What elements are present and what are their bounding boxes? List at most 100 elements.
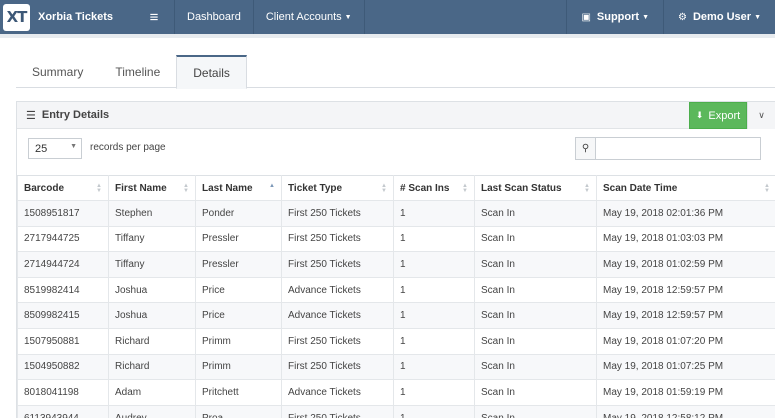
table-row[interactable]: 2717944725 Tiffany Pressler First 250 Ticke… <box>17 225 775 253</box>
sort-icon: ▲ ▼ <box>381 183 387 194</box>
menu-toggle-button[interactable]: ≡ <box>134 0 174 34</box>
export-options-toggle[interactable]: ∨ <box>747 102 775 129</box>
search-input[interactable] <box>595 137 761 160</box>
table-cell: First 250 Tickets <box>281 251 394 278</box>
table-cell: Tiffany <box>108 251 196 278</box>
column-header-label: Last Scan Status <box>481 182 562 194</box>
column-header-label: Barcode <box>24 182 65 194</box>
tab-details[interactable]: Details <box>176 55 247 89</box>
sort-icon: ▲ ▼ <box>764 183 770 194</box>
column-header-label: # Scan Ins <box>400 182 450 194</box>
table-cell: Ponder <box>195 200 282 227</box>
table-cell: Scan In <box>474 379 597 406</box>
table-row[interactable]: 1507950881 Richard Primm First 250 Tickets 1… <box>17 327 775 355</box>
table-cell: 1508951817 <box>17 200 109 227</box>
nav-client-accounts-dropdown[interactable]: Client Accounts ▼ <box>252 0 364 34</box>
column-header[interactable]: Barcode ▲ ▼ <box>17 175 109 201</box>
tab-timeline[interactable]: Timeline <box>99 55 176 88</box>
table-cell: First 250 Tickets <box>281 225 394 253</box>
table-cell: 8519982414 <box>17 276 109 304</box>
search-button[interactable]: ⚲ <box>575 137 596 160</box>
table-cell: Scan In <box>474 251 597 278</box>
table-cell: May 19, 2018 12:59:57 PM <box>596 276 775 304</box>
table-cell: 1 <box>393 302 475 329</box>
table-row[interactable]: 8519982414 Joshua Price Advance Tickets 1 Sca… <box>17 276 775 304</box>
nav-support-dropdown[interactable]: ▣ Support ▼ <box>566 0 663 34</box>
tab-summary[interactable]: Summary <box>16 55 99 88</box>
table-cell: 1507950881 <box>17 327 109 355</box>
brand[interactable]: XT Xorbia Tickets <box>0 0 134 34</box>
table-row[interactable]: 2714944724 Tiffany Pressler First 250 Ticke… <box>17 251 775 278</box>
table-cell: 1 <box>393 353 475 381</box>
table-cell: Proa <box>195 404 282 418</box>
sort-icon: ▲ ▼ <box>462 183 468 194</box>
list-icon: ☰ <box>26 109 36 122</box>
table-row[interactable]: 1508951817 Stephen Ponder First 250 Tickets… <box>17 200 775 227</box>
column-header[interactable]: Scan Date Time ▲ ▼ <box>596 175 775 201</box>
entry-table: Barcode ▲ ▼ First Name ▲ ▼ Last Name ▲ Ticket Ty… <box>17 175 775 418</box>
column-header-label: Last Name <box>202 182 253 194</box>
table-cell: Adam <box>108 379 196 406</box>
table-cell: Richard <box>108 327 196 355</box>
nav-user-label: Demo User <box>692 11 752 23</box>
table-cell: Price <box>195 302 282 329</box>
hamburger-icon: ≡ <box>149 8 159 26</box>
navbar-spacer <box>363 0 567 34</box>
table-row[interactable]: 8509982415 Joshua Price Advance Tickets 1 Sca… <box>17 302 775 329</box>
page-length-label: records per page <box>90 142 166 153</box>
table-header-row: Barcode ▲ ▼ First Name ▲ ▼ Last Name ▲ Ticket Ty… <box>17 175 775 201</box>
table-cell: Stephen <box>108 200 196 227</box>
panel-title: Entry Details <box>41 109 110 121</box>
column-header[interactable]: Last Scan Status ▲ ▼ <box>474 175 597 201</box>
table-cell: Richard <box>108 353 196 381</box>
top-navbar: XT Xorbia Tickets ≡ Dashboard Client Acc… <box>0 0 775 34</box>
table-cell: Price <box>195 276 282 304</box>
table-cell: Scan In <box>474 302 597 329</box>
table-cell: Joshua <box>108 276 196 304</box>
sort-icon: ▲ ▼ <box>584 183 590 194</box>
column-header[interactable]: First Name ▲ ▼ <box>108 175 196 201</box>
table-cell: 1 <box>393 379 475 406</box>
table-cell: 8509982415 <box>17 302 109 329</box>
xt-logo: XT <box>3 3 30 31</box>
table-cell: Scan In <box>474 225 597 253</box>
caret-down-icon: ▼ <box>344 13 352 21</box>
table-row[interactable]: 1504950882 Richard Primm First 250 Tickets 1… <box>17 353 775 381</box>
table-cell: First 250 Tickets <box>281 353 394 381</box>
sort-icon: ▲ ▼ <box>183 183 189 194</box>
column-header[interactable]: Last Name ▲ <box>195 175 282 201</box>
column-header-label: Ticket Type <box>288 182 343 194</box>
nav-user-dropdown[interactable]: ⚙ Demo User ▼ <box>663 0 775 34</box>
table-row[interactable]: 8018041198 Adam Pritchett Advance Tickets 1 S… <box>17 379 775 406</box>
table-cell: 1 <box>393 276 475 304</box>
caret-down-icon: ▼ <box>642 13 650 21</box>
table-row[interactable]: 6113943944AudreyProaFirst 250 Tickets1Sc… <box>17 404 775 418</box>
table-cell: May 19, 2018 01:07:25 PM <box>596 353 775 381</box>
export-button[interactable]: ⬇ Export <box>689 102 747 129</box>
column-header-label: First Name <box>115 182 167 194</box>
table-cell: 1 <box>393 404 475 418</box>
sort-icon: ▲ ▼ <box>96 183 102 194</box>
table-cell: Advance Tickets <box>281 276 394 304</box>
page-length-select[interactable]: 25 ▼ <box>28 138 82 159</box>
table-cell: May 19, 2018 01:03:03 PM <box>596 225 775 253</box>
panel-header: ☰ Entry Details ⬇ Export ∨ <box>17 102 775 129</box>
chevron-down-icon: ∨ <box>758 110 765 120</box>
briefcase-icon: ▣ <box>581 11 591 23</box>
nav-dashboard-link[interactable]: Dashboard <box>174 0 253 34</box>
table-cell: 8018041198 <box>17 379 109 406</box>
column-header[interactable]: Ticket Type ▲ ▼ <box>281 175 394 201</box>
table-cell: First 250 Tickets <box>281 404 394 418</box>
column-header[interactable]: # Scan Ins ▲ ▼ <box>393 175 475 201</box>
table-cell: Pressler <box>195 251 282 278</box>
nav-client-accounts-label: Client Accounts <box>265 11 342 23</box>
table-cell: Tiffany <box>108 225 196 253</box>
column-header-label: Scan Date Time <box>603 182 678 194</box>
table-cell: Scan In <box>474 327 597 355</box>
table-cell: Pritchett <box>195 379 282 406</box>
page-length-value: 25 <box>35 142 48 155</box>
table-cell: 1504950882 <box>17 353 109 381</box>
nav-support-label: Support <box>596 11 640 23</box>
table-cell: May 19, 2018 01:59:19 PM <box>596 379 775 406</box>
select-arrow-icon: ▼ <box>70 143 77 150</box>
